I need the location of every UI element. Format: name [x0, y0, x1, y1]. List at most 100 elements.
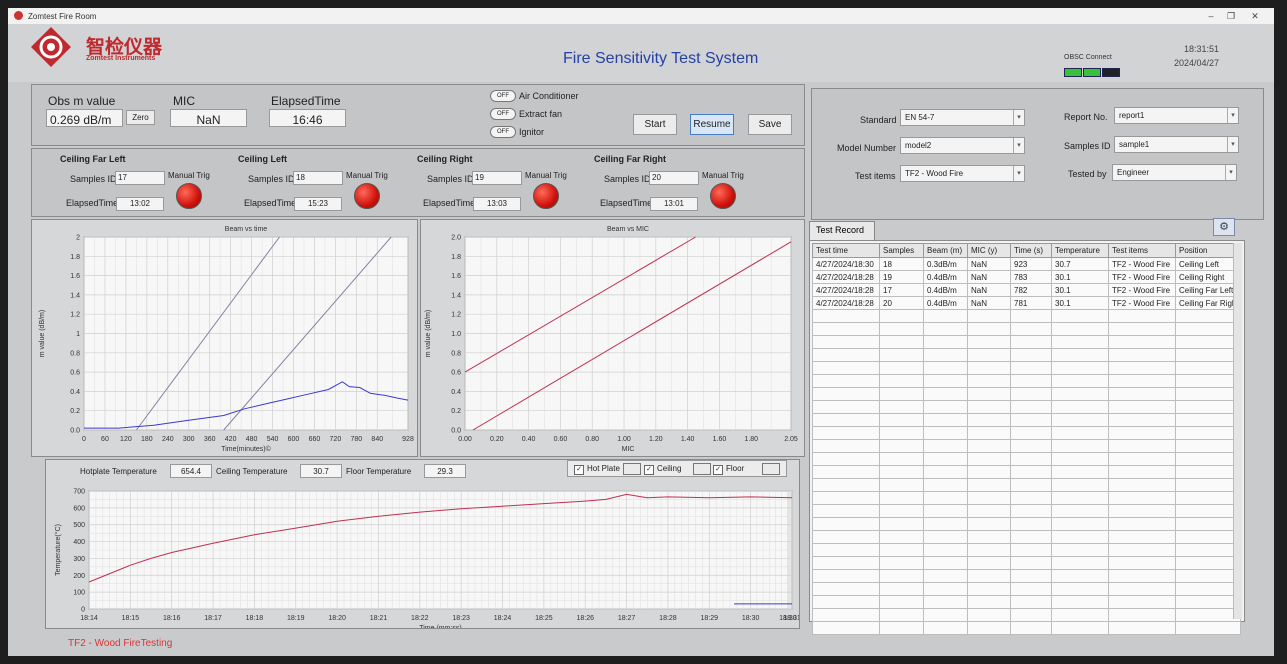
column-header[interactable]: Test time	[812, 243, 880, 258]
test-items-dropdown[interactable]: TF2 - Wood Fire ▾	[900, 165, 1025, 182]
position-samples-input[interactable]: 17	[115, 171, 165, 185]
ceiling-temp-label: Ceiling Temperature	[216, 467, 288, 476]
table-cell	[1108, 530, 1176, 544]
manual-trig-button[interactable]	[176, 183, 202, 209]
y-tick-label: 1.8	[70, 254, 80, 261]
table-row[interactable]	[812, 413, 1241, 427]
position-title: Ceiling Far Left	[60, 154, 126, 164]
table-cell: NaN	[967, 270, 1011, 284]
model-label: Model Number	[837, 143, 897, 153]
table-cell	[879, 543, 924, 557]
table-row[interactable]: 4/27/2024/18:28 17 0.4dB/m NaN 782 30.1 TF2 - …	[812, 283, 1241, 297]
table-row[interactable]	[812, 608, 1241, 622]
table-row[interactable]	[812, 517, 1241, 531]
column-header[interactable]: Time (s)	[1010, 243, 1052, 258]
table-cell: Ceiling Far Left	[1175, 283, 1241, 297]
table-cell	[812, 387, 880, 401]
table-scrollbar[interactable]	[1233, 243, 1242, 619]
checkbox-hotplate[interactable]: ✓	[574, 465, 584, 475]
table-row[interactable]	[812, 569, 1241, 583]
table-row[interactable]	[812, 543, 1241, 557]
resume-button[interactable]: Resume	[690, 114, 734, 135]
table-row[interactable]	[812, 426, 1241, 440]
zero-button[interactable]: Zero	[126, 110, 155, 125]
legend-ceiling[interactable]: ✓ Ceiling	[644, 464, 681, 475]
settings-gear-icon[interactable]: ⚙	[1213, 218, 1235, 236]
table-cell	[967, 322, 1011, 336]
logo-icon	[31, 27, 71, 67]
model-value: model2	[905, 141, 932, 150]
table-row[interactable]	[812, 309, 1241, 323]
table-row[interactable]	[812, 478, 1241, 492]
column-header[interactable]: Test items	[1108, 243, 1176, 258]
manual-trig-button[interactable]	[710, 183, 736, 209]
table-row[interactable]	[812, 452, 1241, 466]
table-row[interactable]	[812, 400, 1241, 414]
start-button[interactable]: Start	[633, 114, 677, 135]
position-samples-input[interactable]: 19	[472, 171, 522, 185]
legend-hotplate[interactable]: ✓ Hot Plate	[574, 464, 620, 475]
table-cell	[879, 387, 924, 401]
table-row[interactable]	[812, 556, 1241, 570]
checkbox-floor[interactable]: ✓	[713, 465, 723, 475]
report-dropdown[interactable]: report1 ▾	[1114, 107, 1239, 124]
save-button[interactable]: Save	[748, 114, 792, 135]
x-tick-label: 0.80	[585, 436, 599, 443]
table-cell	[1010, 348, 1052, 362]
obs-value: 0.269 dB/m	[46, 109, 123, 127]
extract-fan-toggle[interactable]: OFF	[490, 108, 516, 120]
standard-value: EN 54-7	[905, 113, 935, 122]
x-tick-label: 18:28	[659, 615, 677, 622]
position-elapsed-value: 13:02	[116, 197, 164, 211]
close-button[interactable]: ✕	[1248, 10, 1262, 22]
position-samples-input[interactable]: 20	[649, 171, 699, 185]
connection-leds	[1064, 64, 1121, 82]
table-row[interactable]: 4/27/2024/18:30 18 0.3dB/m NaN 923 30.7 TF2 - …	[812, 257, 1241, 271]
table-row[interactable]	[812, 595, 1241, 609]
ignitor-toggle[interactable]: OFF	[490, 126, 516, 138]
standard-dropdown[interactable]: EN 54-7 ▾	[900, 109, 1025, 126]
table-row[interactable]	[812, 530, 1241, 544]
table-cell	[812, 582, 880, 596]
column-header[interactable]: Temperature	[1051, 243, 1109, 258]
legend-floor[interactable]: ✓ Floor	[713, 464, 744, 475]
table-row[interactable]	[812, 582, 1241, 596]
table-cell	[879, 530, 924, 544]
column-header[interactable]: Position	[1175, 243, 1241, 258]
tested-by-dropdown[interactable]: Engineer ▾	[1112, 164, 1237, 181]
table-row[interactable]	[812, 361, 1241, 375]
maximize-button[interactable]: ❐	[1224, 10, 1238, 22]
manual-trig-button[interactable]	[533, 183, 559, 209]
table-cell	[1010, 504, 1052, 518]
table-row[interactable]	[812, 374, 1241, 388]
air-conditioner-toggle[interactable]: OFF	[490, 90, 516, 102]
table-row[interactable]	[812, 504, 1241, 518]
table-row[interactable]	[812, 387, 1241, 401]
table-row[interactable]: 4/27/2024/18:28 19 0.4dB/m NaN 783 30.1 TF2 - …	[812, 270, 1241, 284]
column-header[interactable]: Beam (m)	[923, 243, 968, 258]
table-row[interactable]: 4/27/2024/18:28 20 0.4dB/m NaN 781 30.1 TF2 - …	[812, 296, 1241, 310]
table-row[interactable]	[812, 322, 1241, 336]
table-row[interactable]	[812, 348, 1241, 362]
checkbox-ceiling[interactable]: ✓	[644, 465, 654, 475]
table-row[interactable]	[812, 621, 1241, 635]
manual-trig-button[interactable]	[354, 183, 380, 209]
legend-floor-swatch[interactable]	[762, 463, 780, 475]
table-row[interactable]	[812, 491, 1241, 505]
legend-ceiling-swatch[interactable]	[693, 463, 711, 475]
table-cell	[1010, 413, 1052, 427]
table-row[interactable]	[812, 439, 1241, 453]
legend-hotplate-swatch[interactable]	[623, 463, 641, 475]
model-dropdown[interactable]: model2 ▾	[900, 137, 1025, 154]
column-header[interactable]: MIC (y)	[967, 243, 1011, 258]
table-row[interactable]	[812, 465, 1241, 479]
minimize-button[interactable]: –	[1204, 10, 1218, 22]
tab-test-record[interactable]: Test Record	[809, 221, 875, 240]
table-row[interactable]	[812, 335, 1241, 349]
column-header[interactable]: Samples	[879, 243, 924, 258]
table-cell	[812, 517, 880, 531]
samples-dropdown[interactable]: sample1 ▾	[1114, 136, 1239, 153]
x-tick-label: 18:19	[287, 615, 305, 622]
position-samples-input[interactable]: 18	[293, 171, 343, 185]
table-cell: 4/27/2024/18:30	[812, 257, 880, 271]
